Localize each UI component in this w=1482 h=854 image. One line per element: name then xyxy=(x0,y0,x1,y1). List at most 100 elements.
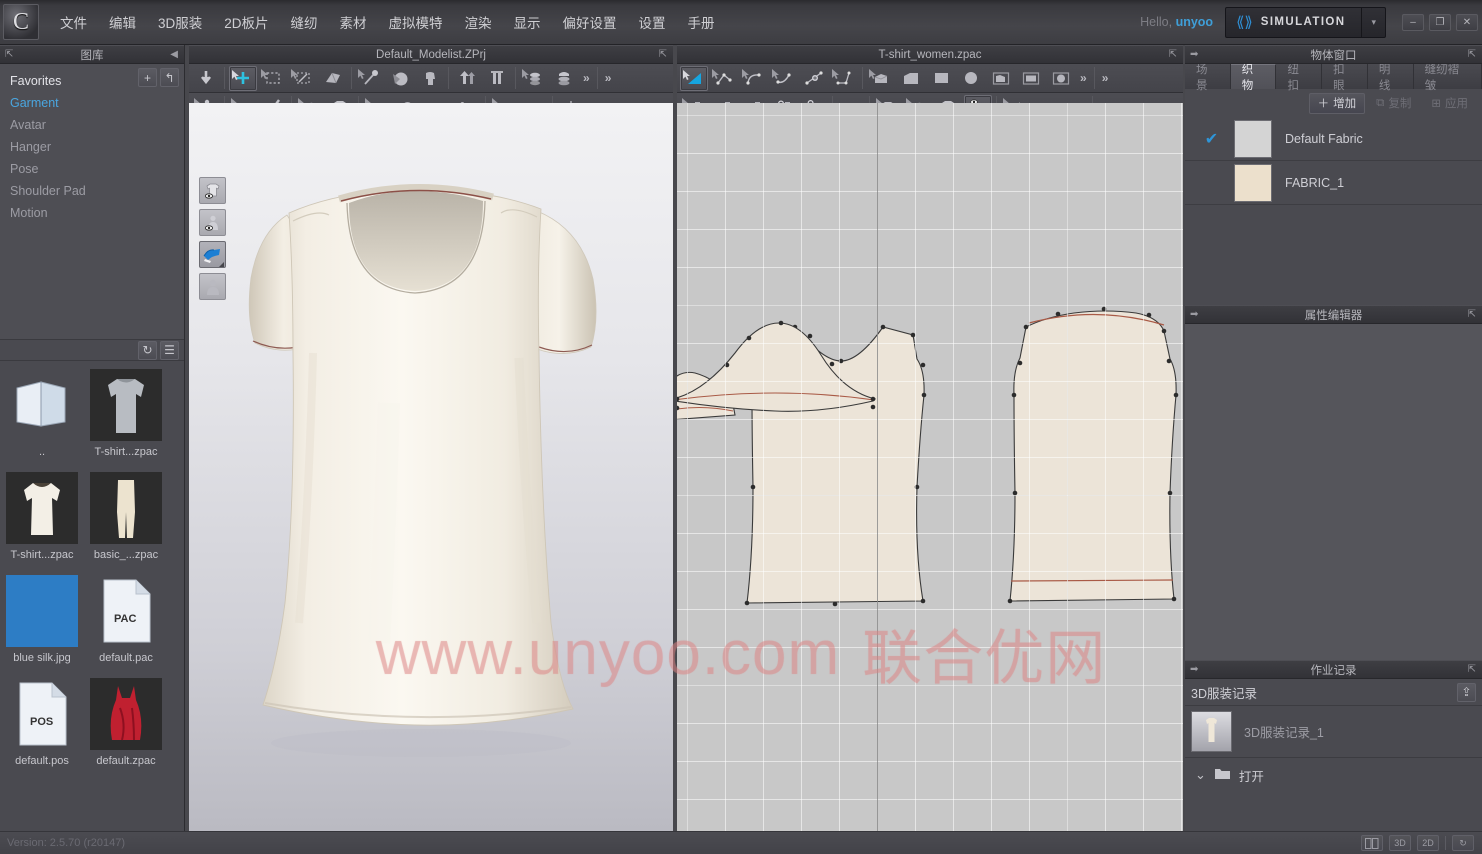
tab-0[interactable]: 场景 xyxy=(1185,64,1231,92)
menu-item-5[interactable]: 素材 xyxy=(329,0,378,44)
tool-2d-circle-icon[interactable] xyxy=(957,66,985,91)
tool-2d-curve-icon[interactable] xyxy=(740,66,768,91)
tool-2d-internal-circle-icon[interactable] xyxy=(1047,66,1075,91)
menu-item-1[interactable]: 编辑 xyxy=(98,0,147,44)
reset-view-button[interactable]: ↻ xyxy=(1452,835,1474,851)
tool-mirror-icon[interactable] xyxy=(453,66,481,91)
tool-2d-polyline-icon[interactable] xyxy=(710,66,738,91)
toolbar-overflow-2-icon[interactable]: » xyxy=(601,71,616,85)
tool-2d-internal-polygon-icon[interactable] xyxy=(987,66,1015,91)
menu-item-3[interactable]: 2D板片 xyxy=(213,0,279,44)
add-favorite-button[interactable]: + xyxy=(138,68,157,87)
viewport-2d-canvas[interactable] xyxy=(677,103,1183,831)
fabric-row[interactable]: ✔ Default Fabric xyxy=(1185,117,1482,161)
split-view-button[interactable] xyxy=(1361,835,1383,851)
mode-dropdown-arrow[interactable]: ▾ xyxy=(1362,8,1385,37)
view-3d-button[interactable]: 3D xyxy=(1389,835,1411,851)
menu-item-8[interactable]: 显示 xyxy=(503,0,552,44)
tab-2[interactable]: 纽扣 xyxy=(1276,64,1323,92)
toolbar-2d-overflow-2-icon[interactable]: » xyxy=(1098,71,1113,85)
library-file-item[interactable]: T-shirt...zpac xyxy=(84,369,168,458)
menu-item-4[interactable]: 缝纫 xyxy=(280,0,329,44)
tab-5[interactable]: 缝纫褶皱 xyxy=(1413,64,1482,92)
tool-layer-edit-icon[interactable] xyxy=(520,66,548,91)
object-window-pin-icon[interactable]: ➡ xyxy=(1185,49,1198,60)
viewport-2d-expand-icon[interactable]: ⇱ xyxy=(1169,49,1183,60)
job-log-section-action[interactable]: ⇪ xyxy=(1457,682,1476,702)
tool-flatten-icon[interactable] xyxy=(319,66,347,91)
tool-2d-rectangle-icon[interactable] xyxy=(927,66,955,91)
list-view-icon[interactable]: ☰ xyxy=(160,340,179,360)
fabric-swatch[interactable] xyxy=(1234,163,1272,202)
menu-item-10[interactable]: 设置 xyxy=(628,0,677,44)
menu-item-2[interactable]: 3D服装 xyxy=(147,0,213,44)
library-file-item[interactable]: basic_...zpac xyxy=(84,472,168,561)
action-button-0[interactable]: ＋增加 xyxy=(1308,92,1366,114)
library-file-item[interactable]: blue silk.jpg xyxy=(0,575,84,664)
maximize-button[interactable]: ❐ xyxy=(1429,13,1451,31)
show-avatar-icon[interactable] xyxy=(199,209,226,236)
library-file-item[interactable]: PAC default.pac xyxy=(84,575,168,664)
show-fabric-layer-icon[interactable] xyxy=(199,241,226,268)
library-tree-item-shoulder-pad[interactable]: Shoulder Pad xyxy=(0,180,184,202)
fabric-swatch[interactable] xyxy=(1234,119,1272,158)
menu-item-7[interactable]: 渲染 xyxy=(454,0,503,44)
tool-2d-pattern-edit-icon[interactable] xyxy=(867,66,895,91)
tool-unfold-icon[interactable] xyxy=(483,66,511,91)
toolbar-overflow-1-icon[interactable]: » xyxy=(579,71,594,85)
tool-2d-bezier-icon[interactable] xyxy=(770,66,798,91)
library-tree-item-hanger[interactable]: Hanger xyxy=(0,136,184,158)
tool-avatar-sphere-icon[interactable] xyxy=(386,66,414,91)
property-editor-pin-icon[interactable]: ➡ xyxy=(1185,309,1198,320)
library-file-item[interactable]: default.zpac xyxy=(84,678,168,767)
library-tree-item-avatar[interactable]: Avatar xyxy=(0,114,184,136)
view-2d-button[interactable]: 2D xyxy=(1417,835,1439,851)
tab-1[interactable]: 织物 xyxy=(1230,64,1277,92)
job-log-expand-icon[interactable]: ⇱ xyxy=(1468,664,1482,675)
viewport-3d-canvas[interactable] xyxy=(189,103,673,831)
tool-avatar-body-icon[interactable] xyxy=(416,66,444,91)
tool-2d-internal-rect-icon[interactable] xyxy=(1017,66,1045,91)
tool-select-move-icon[interactable] xyxy=(229,65,257,91)
toolbar-2d-overflow-1-icon[interactable]: » xyxy=(1076,71,1091,85)
library-collapse-icon[interactable]: ◀ xyxy=(170,49,184,60)
library-tree-item-pose[interactable]: Pose xyxy=(0,158,184,180)
tool-2d-segment-icon[interactable] xyxy=(830,66,858,91)
library-file-item[interactable]: POS default.pos xyxy=(0,678,84,767)
tool-pin-icon[interactable] xyxy=(356,66,384,91)
library-undock-icon[interactable]: ⇱ xyxy=(0,49,13,60)
tab-3[interactable]: 扣眼 xyxy=(1322,64,1368,92)
property-editor-expand-icon[interactable]: ⇱ xyxy=(1468,309,1482,320)
job-log-item[interactable]: 3D服装记录_1 xyxy=(1185,706,1482,758)
viewport-3d-expand-icon[interactable]: ⇱ xyxy=(659,49,673,60)
menu-item-6[interactable]: 虚拟模特 xyxy=(378,0,454,44)
menu-item-9[interactable]: 偏好设置 xyxy=(552,0,628,44)
job-log-open-row[interactable]: ⌄ 打开 xyxy=(1185,758,1482,792)
library-file-item[interactable]: T-shirt...zpac xyxy=(0,472,84,561)
menu-item-11[interactable]: 手册 xyxy=(677,0,726,44)
tool-2d-add-point-icon[interactable] xyxy=(800,66,828,91)
library-tree-item-garment[interactable]: Garment xyxy=(0,92,184,114)
go-back-button[interactable]: ↰ xyxy=(160,68,179,87)
tool-layer-stack-icon[interactable] xyxy=(550,66,578,91)
job-log-upload-icon[interactable]: ⇪ xyxy=(1457,682,1476,702)
tool-2d-polygon-icon[interactable] xyxy=(897,66,925,91)
close-button[interactable]: ✕ xyxy=(1456,13,1478,31)
mode-selector-main[interactable]: ⟪⟫ SIMULATION xyxy=(1226,7,1363,37)
object-window-expand-icon[interactable]: ⇱ xyxy=(1468,49,1482,60)
library-file-item[interactable]: .. xyxy=(0,369,84,458)
tool-drop-icon[interactable] xyxy=(192,66,220,91)
tool-2d-select-icon[interactable] xyxy=(680,65,708,91)
fabric-checkmark-icon[interactable]: ✔ xyxy=(1189,129,1234,149)
minimize-button[interactable]: – xyxy=(1402,13,1424,31)
tool-select-box-icon[interactable] xyxy=(259,66,287,91)
menu-item-0[interactable]: 文件 xyxy=(49,0,98,44)
show-mannequin-icon[interactable] xyxy=(199,273,226,300)
chevron-down-icon[interactable]: ⌄ xyxy=(1195,767,1206,783)
mode-selector[interactable]: ⟪⟫ SIMULATION ▾ xyxy=(1225,6,1386,38)
garment-3d-model[interactable] xyxy=(189,103,673,831)
show-garment-icon[interactable] xyxy=(199,177,226,204)
tab-4[interactable]: 明线 xyxy=(1367,64,1414,92)
tool-transform-icon[interactable] xyxy=(289,66,317,91)
job-log-pin-icon[interactable]: ➡ xyxy=(1185,664,1198,675)
